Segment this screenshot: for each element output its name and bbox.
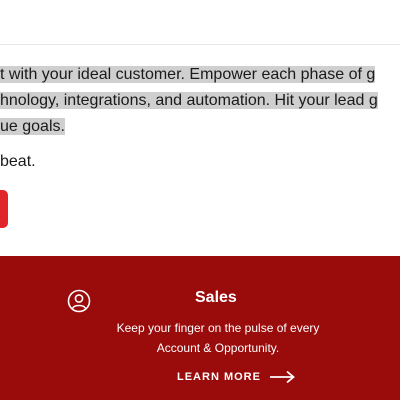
sales-description-line-2: Account & Opportunity. [156, 341, 280, 355]
intro-line-3: ue goals. [0, 118, 65, 135]
learn-more-link[interactable]: LEARN MORE [177, 368, 295, 386]
arrow-right-icon [269, 370, 295, 384]
beat-text: beat. [0, 153, 36, 170]
sales-description: Keep your finger on the pulse of every A… [96, 318, 340, 358]
intro-paragraph: t with your ideal customer. Empower each… [0, 62, 400, 140]
sales-title: Sales [195, 289, 237, 306]
top-divider [0, 44, 400, 45]
cta-button-partial[interactable] [0, 190, 8, 228]
intro-line-1: t with your ideal customer. Empower each… [0, 66, 376, 83]
sales-description-line-1: Keep your finger on the pulse of every [116, 321, 320, 335]
learn-more-label: LEARN MORE [177, 371, 261, 383]
intro-line-2: hnology, integrations, and automation. H… [0, 92, 378, 109]
user-circle-icon [67, 289, 91, 313]
